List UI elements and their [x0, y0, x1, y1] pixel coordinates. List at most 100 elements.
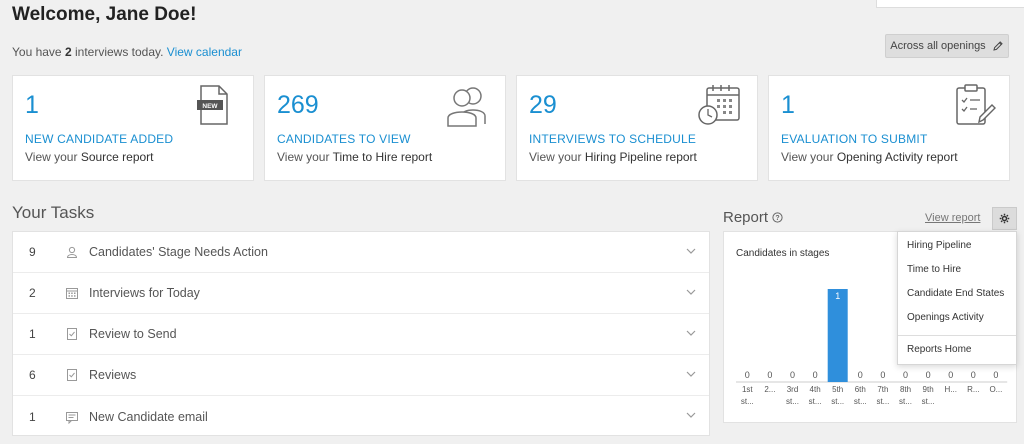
desc-prefix: View your	[277, 150, 333, 164]
x-tick-label: st...	[831, 397, 844, 406]
chevron-down-icon[interactable]	[685, 286, 697, 298]
across-all-openings-button[interactable]: Across all openings	[885, 34, 1009, 58]
task-row-interviews-today[interactable]: 2 Interviews for Today	[13, 273, 709, 314]
card-evaluation-to-submit[interactable]: 1 EVALUATION TO SUBMIT View your Opening…	[768, 75, 1010, 181]
menu-item-reports-home[interactable]: Reports Home	[898, 338, 1016, 362]
card-value: 1	[781, 91, 795, 119]
x-tick-label: 2...	[764, 385, 775, 394]
chevron-down-icon[interactable]	[685, 368, 697, 380]
card-description: View your Time to Hire report	[277, 150, 432, 164]
data-label: 0	[790, 370, 795, 380]
task-count: 2	[29, 286, 36, 300]
svg-text:?: ?	[775, 215, 779, 222]
data-label: 0	[971, 370, 976, 380]
data-label: 0	[813, 370, 818, 380]
report-menu-dropdown: Hiring Pipeline Time to Hire Candidate E…	[897, 231, 1017, 365]
summary-prefix: You have	[12, 45, 65, 59]
card-description: View your Hiring Pipeline report	[529, 150, 697, 164]
card-label: INTERVIEWS TO SCHEDULE	[529, 132, 697, 146]
task-label: Reviews	[89, 368, 137, 382]
desc-prefix: View your	[781, 150, 837, 164]
menu-item-candidate-end-states[interactable]: Candidate End States	[898, 282, 1016, 306]
x-tick-label: st...	[922, 397, 935, 406]
view-report-link[interactable]: View report	[925, 212, 980, 224]
tasks-heading: Your Tasks	[12, 203, 95, 222]
checklist-icon	[67, 328, 77, 340]
data-label: 0	[858, 370, 863, 380]
x-tick-label: st...	[876, 397, 889, 406]
x-tick-label: O...	[989, 385, 1002, 394]
task-label: New Candidate email	[89, 409, 208, 424]
card-interviews-to-schedule[interactable]: 29 INTERVIEWS TO SCHEDULE View your Hiri…	[516, 75, 758, 181]
card-value: 269	[277, 91, 319, 119]
chevron-down-icon[interactable]	[685, 245, 697, 257]
x-tick-label: st...	[741, 397, 754, 406]
x-tick-label: 8th	[900, 385, 911, 394]
card-label: CANDIDATES TO VIEW	[277, 132, 411, 146]
x-tick-label: st...	[786, 397, 799, 406]
task-label: Candidates' Stage Needs Action	[89, 245, 268, 259]
x-tick-label: st...	[854, 397, 867, 406]
clipboard-pen-icon	[956, 84, 996, 125]
card-description: View your Opening Activity report	[781, 150, 958, 164]
card-candidates-to-view[interactable]: 269 CANDIDATES TO VIEW View your Time to…	[264, 75, 506, 181]
hiring-pipeline-report-link[interactable]: Hiring Pipeline report	[585, 150, 697, 164]
desc-prefix: View your	[25, 150, 81, 164]
person-icon	[66, 246, 78, 258]
interview-count: 2	[64, 45, 72, 59]
svg-text:NEW: NEW	[202, 103, 218, 110]
x-tick-label: 1st	[742, 385, 753, 394]
chevron-down-icon[interactable]	[685, 327, 697, 339]
x-tick-label: H...	[944, 385, 956, 394]
data-label: 0	[767, 370, 772, 380]
help-icon[interactable]: ?	[772, 212, 783, 223]
task-count: 9	[29, 245, 36, 259]
top-right-panel	[876, 0, 1024, 8]
source-report-link[interactable]: Source report	[81, 150, 154, 164]
menu-item-time-to-hire[interactable]: Time to Hire	[898, 258, 1016, 282]
new-document-icon: NEW	[197, 85, 228, 125]
menu-item-hiring-pipeline[interactable]: Hiring Pipeline	[898, 234, 1016, 258]
tasks-list: 9 Candidates' Stage Needs Action 2 Inter…	[12, 231, 710, 436]
opening-activity-report-link[interactable]: Opening Activity report	[837, 150, 958, 164]
menu-divider	[898, 335, 1016, 336]
x-tick-label: st...	[809, 397, 822, 406]
time-to-hire-report-link[interactable]: Time to Hire report	[333, 150, 433, 164]
chart-bar[interactable]	[827, 289, 848, 382]
task-count: 1	[29, 409, 36, 424]
data-label: 0	[903, 370, 908, 380]
task-row-stage-needs-action[interactable]: 9 Candidates' Stage Needs Action	[13, 232, 709, 273]
x-tick-label: 9th	[923, 385, 934, 394]
task-row-review-to-send[interactable]: 1 Review to Send	[13, 314, 709, 355]
data-label: 1	[835, 291, 840, 301]
card-new-candidate[interactable]: 1 NEW NEW CANDIDATE ADDED View your Sour…	[12, 75, 254, 181]
view-calendar-link[interactable]: View calendar	[167, 45, 242, 59]
report-heading: Report ?	[723, 209, 783, 226]
data-label: 0	[745, 370, 750, 380]
message-icon	[66, 411, 78, 424]
calendar-icon	[66, 288, 78, 299]
pencil-icon	[993, 41, 1003, 51]
task-count: 1	[29, 327, 36, 341]
data-label: 0	[926, 370, 931, 380]
task-row-reviews[interactable]: 6 Reviews	[13, 355, 709, 396]
data-label: 0	[880, 370, 885, 380]
summary-suffix: interviews today.	[71, 45, 167, 59]
x-tick-label: 6th	[855, 385, 866, 394]
card-value: 1	[25, 91, 39, 119]
welcome-heading: Welcome, Jane Doe!	[12, 4, 197, 25]
report-settings-button[interactable]	[992, 207, 1017, 230]
data-label: 0	[948, 370, 953, 380]
x-tick-label: st...	[899, 397, 912, 406]
task-label: Interviews for Today	[89, 286, 200, 300]
chart-title: Candidates in stages	[736, 248, 829, 259]
x-tick-label: R...	[967, 385, 979, 394]
task-row-new-candidate-email[interactable]: 1 New Candidate email	[13, 396, 709, 437]
card-value: 29	[529, 91, 557, 119]
x-tick-label: 5th	[832, 385, 843, 394]
card-description: View your Source report	[25, 150, 154, 164]
card-label: EVALUATION TO SUBMIT	[781, 132, 928, 146]
menu-item-openings-activity[interactable]: Openings Activity	[898, 306, 1016, 330]
card-label: NEW CANDIDATE ADDED	[25, 132, 174, 146]
chevron-down-icon[interactable]	[685, 409, 697, 421]
